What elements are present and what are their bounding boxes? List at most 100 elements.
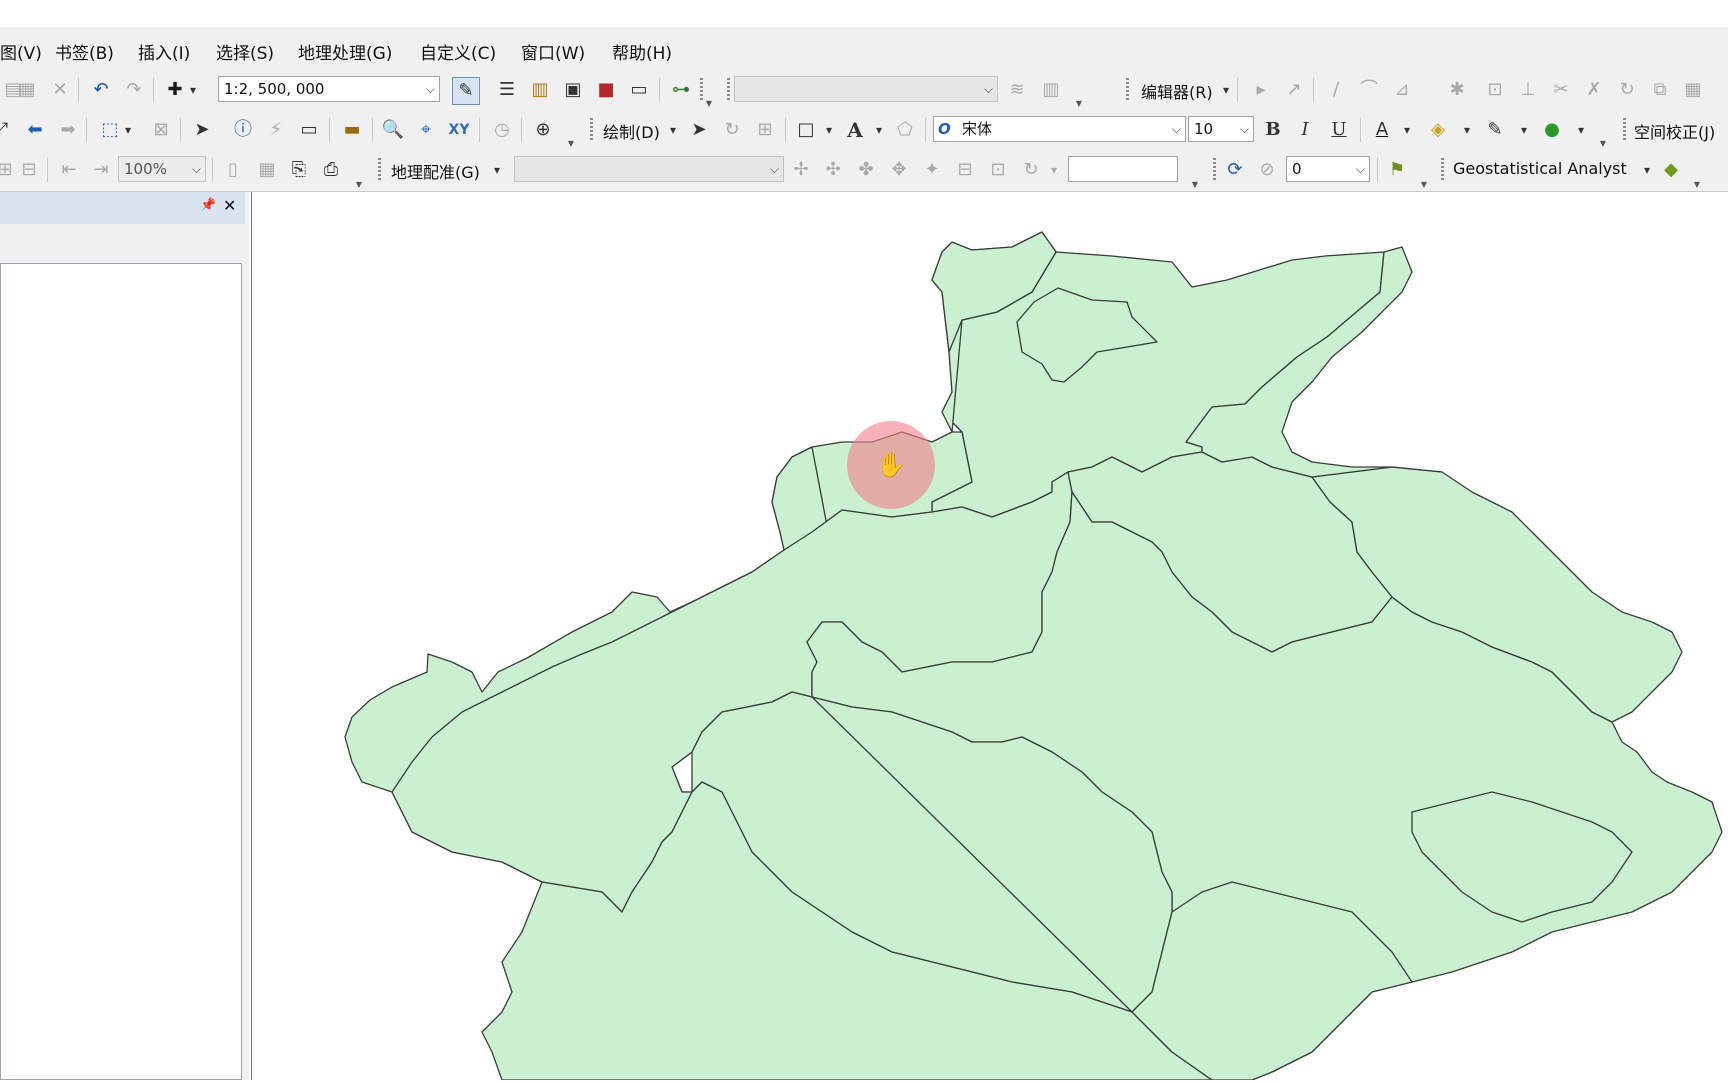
clear-selection-icon[interactable]: ⊠	[148, 117, 174, 143]
rectangle-icon[interactable]: □	[793, 117, 819, 143]
marker-color-dropdown-icon[interactable]: ▾	[1574, 117, 1588, 143]
edit-vertices-icon[interactable]: ⬠	[892, 117, 918, 143]
toolbar-grip[interactable]	[1441, 158, 1444, 182]
add-data-icon[interactable]: ✚	[162, 77, 188, 103]
menu-windows[interactable]: 窗口(W)	[521, 39, 585, 64]
add-control-points-icon[interactable]: ✢	[788, 157, 814, 183]
toolbar-grip[interactable]	[590, 118, 593, 142]
editor-toolbar-toggle-icon[interactable]: ✎	[452, 77, 480, 105]
text-dropdown-icon[interactable]: ▾	[872, 117, 886, 143]
font-size-combo[interactable]: 10 ⌵	[1188, 116, 1254, 142]
editor-menu[interactable]: 编辑器(R)	[1141, 79, 1213, 103]
delete-link-icon[interactable]: ✦	[919, 157, 945, 183]
html-popup-icon[interactable]: ▭	[296, 117, 322, 143]
rotate-raster-icon[interactable]: ↻	[1018, 157, 1044, 183]
rotate-icon[interactable]: ↻	[1614, 77, 1640, 103]
full-extent-icon[interactable]: ⤢	[0, 117, 14, 143]
split-tool-icon[interactable]: ✗	[1581, 77, 1607, 103]
toggle-draft-mode-icon[interactable]: ▯	[220, 157, 246, 183]
table-of-contents-icon[interactable]: ☰	[494, 77, 520, 103]
toolbar-options-icon[interactable]: ▼	[1190, 180, 1200, 189]
end-point-arc-icon[interactable]: ⌒	[1356, 77, 1382, 103]
underline-button[interactable]: U	[1326, 117, 1352, 143]
data-driven-pages-icon[interactable]: ⎙	[318, 157, 344, 183]
zoom-to-link-icon[interactable]: ✥	[886, 157, 912, 183]
sketch-tool-icon[interactable]: ≋	[1004, 77, 1030, 103]
editor-dropdown-icon[interactable]: ▾	[1219, 77, 1233, 103]
font-name-combo[interactable]: O 宋体 ⌵	[933, 116, 1186, 142]
refresh-cache-icon[interactable]: ⟳	[1222, 157, 1248, 183]
georeferencing-menu[interactable]: 地理配准(G)	[391, 159, 480, 183]
map-view[interactable]: ✋	[251, 192, 1728, 1081]
cut-polygons-icon[interactable]: ✂	[1548, 77, 1574, 103]
toolbar-options-icon[interactable]: ▼	[566, 139, 576, 148]
edit-tool-icon[interactable]: ▸	[1248, 77, 1274, 103]
back-icon[interactable]: ⬅	[22, 117, 48, 143]
delete-icon[interactable]: ✕	[47, 77, 73, 103]
font-color-dropdown-icon[interactable]: ▾	[1400, 117, 1414, 143]
histogram-icon[interactable]: ▥	[1038, 77, 1064, 103]
toolbar-grip[interactable]	[1623, 118, 1626, 142]
toolbar-options-icon[interactable]: ▼	[1074, 99, 1084, 108]
menu-insert[interactable]: 插入(I)	[138, 39, 190, 64]
geostatistical-dropdown-icon[interactable]: ▾	[1640, 157, 1654, 183]
redo-icon[interactable]: ↷	[121, 77, 147, 103]
select-link-icon[interactable]: ✤	[853, 157, 879, 183]
toolbar-options-icon[interactable]: ▼	[1419, 180, 1429, 189]
rotate-dropdown-icon[interactable]: ▾	[1047, 157, 1061, 183]
close-icon[interactable]: ✕	[223, 196, 236, 215]
line-color-icon[interactable]: ✎	[1482, 117, 1508, 143]
geostatistical-wizard-icon[interactable]: ◆	[1658, 157, 1684, 183]
menu-help[interactable]: 帮助(H)	[612, 39, 672, 64]
add-data-dropdown-icon[interactable]: ▾	[186, 77, 200, 103]
fixed-zoom-icon[interactable]: ⊟	[16, 157, 42, 183]
menu-bookmarks[interactable]: 书签(B)	[55, 39, 114, 64]
toolbar-grip[interactable]	[700, 78, 703, 102]
flag-icon[interactable]: ⚑	[1384, 157, 1410, 183]
menu-selection[interactable]: 选择(S)	[216, 39, 274, 64]
italic-button[interactable]: I	[1292, 117, 1318, 143]
sketch-properties-icon[interactable]: ▦	[1680, 77, 1706, 103]
undo-icon[interactable]: ↶	[88, 77, 114, 103]
attributes-icon[interactable]: ⧉	[1647, 77, 1673, 103]
geostatistical-analyst-menu[interactable]: Geostatistical Analyst	[1453, 159, 1627, 178]
search-window-icon[interactable]: ▣	[560, 77, 586, 103]
layout-zoom-combo[interactable]: 100% ⌵	[118, 156, 206, 182]
go-to-xy-icon[interactable]: XY	[446, 117, 472, 143]
editor-layer-combo[interactable]: ⌵	[734, 76, 998, 102]
auto-registration-icon[interactable]: ✣	[820, 157, 846, 183]
georeferencing-rotation-field[interactable]	[1068, 156, 1178, 182]
change-layout-icon[interactable]: ⎘	[286, 157, 312, 183]
toolbar-options-icon[interactable]: ▼	[354, 180, 364, 189]
toolbar-options-icon[interactable]: ▼	[704, 99, 714, 108]
fill-color-icon[interactable]: ◈	[1425, 117, 1451, 143]
toolbar-grip[interactable]	[1213, 158, 1216, 182]
draw-menu[interactable]: 绘制(D)	[603, 119, 660, 143]
map-canvas[interactable]	[252, 192, 1728, 1081]
modelbuilder-icon[interactable]: ⊶	[668, 77, 694, 103]
marker-color-icon[interactable]: ●	[1539, 117, 1565, 143]
menu-customize[interactable]: 自定义(C)	[420, 39, 496, 64]
bold-button[interactable]: B	[1260, 117, 1286, 143]
trace-icon[interactable]: ⊿	[1389, 77, 1415, 103]
cache-manager-icon[interactable]: ⊘	[1254, 157, 1280, 183]
rotate-element-icon[interactable]: ↻	[719, 117, 745, 143]
draw-select-arrow-icon[interactable]: ➤	[686, 117, 712, 143]
reshape-icon[interactable]: ⊥	[1515, 77, 1541, 103]
toolbar-options-icon[interactable]: ▼	[1598, 139, 1608, 148]
measure-icon[interactable]: ▬	[339, 117, 365, 143]
toolbar-grip[interactable]	[727, 78, 730, 102]
view-link-table-icon[interactable]: ⊟	[952, 157, 978, 183]
menu-geoprocessing[interactable]: 地理处理(G)	[298, 39, 392, 64]
find-route-icon[interactable]: ⌖	[413, 117, 439, 143]
point-icon[interactable]: ✱	[1444, 77, 1470, 103]
forward-icon[interactable]: ➡	[55, 117, 81, 143]
rectangle-dropdown-icon[interactable]: ▾	[822, 117, 836, 143]
select-features-icon[interactable]: ⬚	[97, 117, 123, 143]
new-text-icon[interactable]: A	[842, 117, 868, 143]
fill-color-dropdown-icon[interactable]: ▾	[1460, 117, 1474, 143]
focus-data-frame-icon[interactable]: ▦	[254, 157, 280, 183]
paste-icon[interactable]: ▦	[14, 77, 40, 103]
straight-segment-icon[interactable]: ∕	[1323, 77, 1349, 103]
find-icon[interactable]: 🔍	[380, 117, 406, 143]
